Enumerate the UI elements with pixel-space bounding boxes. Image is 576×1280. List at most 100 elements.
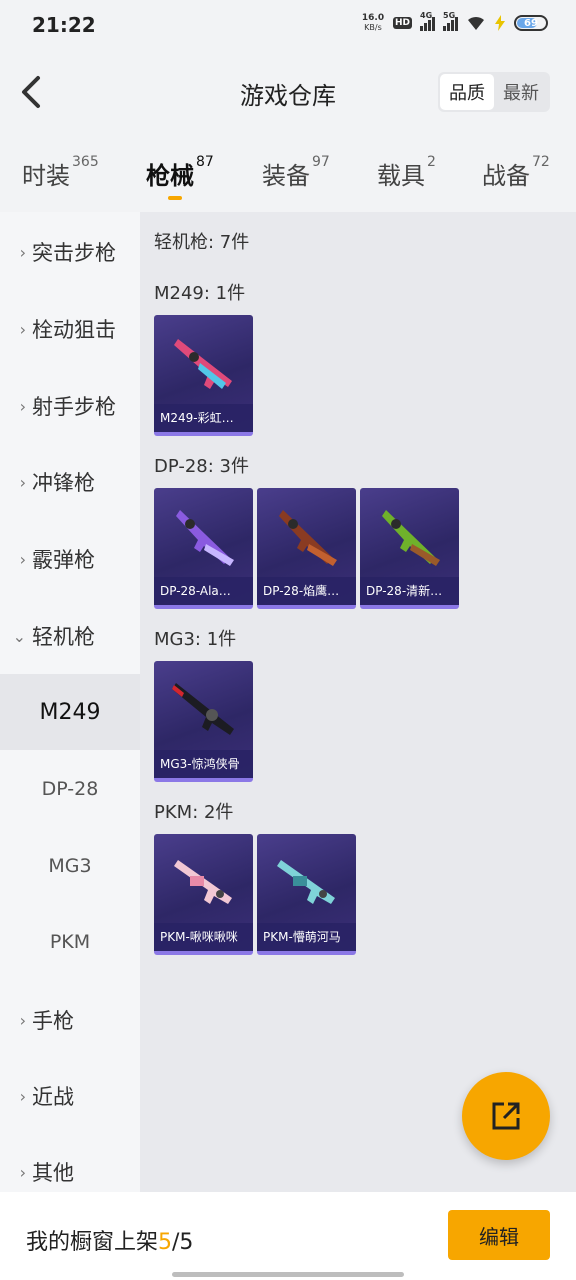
status-time: 21:22 — [32, 13, 96, 37]
edit-button[interactable]: 编辑 — [448, 1210, 550, 1260]
status-icons: 16.0 KB/s HD 4G 5G 69 — [361, 11, 548, 33]
item-card-label: MG3-惊鸿侠骨 — [154, 750, 253, 778]
sidebar-item-shotguns[interactable]: › 霰弹枪 — [0, 521, 140, 597]
wifi-icon — [468, 16, 484, 30]
sidebar: › 突击步枪 › 栓动狙击 › 射手步枪 › 冲锋枪 › 霰弹枪 ⌄ 轻机枪 M249 DP… — [0, 212, 140, 1192]
chevron-right-icon: › — [19, 472, 26, 492]
sidebar-item-marksman-rifles[interactable]: › 射手步枪 — [0, 368, 140, 444]
item-card[interactable]: PKM-啾咪啾咪 — [154, 834, 253, 955]
active-tab-indicator — [168, 196, 182, 200]
group-title-pkm: PKM: 2件 — [154, 802, 234, 823]
bottom-bar: 我的橱窗上架5/5 编辑 — [0, 1192, 576, 1280]
rifle-skin-icon — [174, 339, 232, 389]
chevron-right-icon: › — [19, 1010, 26, 1030]
item-grid: 轻机枪: 7件 M249: 1件 M249-彩虹… DP-28: 3件 DP-2… — [140, 212, 576, 1192]
tab-equipment[interactable]: 装备 97 — [262, 154, 330, 191]
chevron-right-icon: › — [19, 1086, 26, 1106]
sidebar-sub-dp28[interactable]: DP-28 — [0, 751, 140, 827]
sidebar-sub-m249[interactable]: M249 — [0, 674, 140, 750]
item-card[interactable]: DP-28-清新… — [360, 488, 459, 609]
header: 游戏仓库 品质 最新 — [0, 50, 576, 134]
tab-firearms[interactable]: 枪械 87 — [146, 154, 214, 191]
item-card-label: M249-彩虹… — [154, 404, 253, 432]
sidebar-item-smgs[interactable]: › 冲锋枪 — [0, 444, 140, 520]
rifle-skin-icon — [382, 510, 440, 566]
rifle-skin-icon — [174, 860, 232, 904]
item-card[interactable]: PKM-懵萌河马 — [257, 834, 356, 955]
sidebar-item-label: 栓动狙击 — [32, 318, 116, 342]
sidebar-item-label: 冲锋枪 — [32, 471, 95, 495]
tab-count: 87 — [196, 154, 214, 170]
item-card-label: DP-28-Ala… — [154, 577, 253, 605]
share-button[interactable] — [462, 1072, 550, 1160]
signal-5g-icon: 5G — [443, 11, 458, 31]
signal-5g-label: 5G — [443, 11, 456, 20]
net-speed: 16.0 KB/s — [361, 13, 385, 33]
tab-label: 枪械 — [146, 162, 194, 190]
sidebar-item-label: 轻机枪 — [32, 625, 95, 649]
sort-quality-button[interactable]: 品质 — [440, 74, 494, 110]
tab-label: 载具 — [377, 162, 425, 190]
sidebar-item-label: 其他 — [32, 1161, 74, 1185]
tab-count: 72 — [532, 154, 550, 170]
showcase-status: 我的橱窗上架5/5 — [26, 1224, 193, 1256]
rifle-skin-icon — [176, 510, 234, 566]
chevron-right-icon: › — [19, 549, 26, 569]
item-card-label: PKM-啾咪啾咪 — [154, 923, 253, 951]
sidebar-item-bolt-snipers[interactable]: › 栓动狙击 — [0, 291, 140, 367]
chevron-right-icon: › — [19, 319, 26, 339]
chevron-right-icon: › — [19, 396, 26, 416]
net-speed-value: 16.0 — [361, 13, 385, 23]
sidebar-item-lmgs[interactable]: ⌄ 轻机枪 — [0, 598, 140, 674]
item-card-label: DP-28-清新… — [360, 577, 459, 605]
sidebar-item-label: 射手步枪 — [32, 395, 116, 419]
sidebar-item-pistols[interactable]: › 手枪 — [0, 982, 140, 1058]
charging-icon — [495, 15, 505, 31]
signal-4g-icon: 4G — [420, 11, 435, 31]
sidebar-sub-pkm[interactable]: PKM — [0, 904, 140, 980]
tab-vehicles[interactable]: 载具 2 — [377, 154, 436, 191]
tab-label: 装备 — [262, 162, 310, 190]
item-card-label: PKM-懵萌河马 — [257, 923, 356, 951]
group-title-m249: M249: 1件 — [154, 283, 246, 304]
sort-toggle: 品质 最新 — [438, 72, 550, 112]
rifle-skin-icon — [277, 860, 335, 904]
showcase-total: /5 — [172, 1230, 194, 1255]
chevron-right-icon: › — [19, 242, 26, 262]
sidebar-item-label: 手枪 — [32, 1009, 74, 1033]
item-card[interactable]: MG3-惊鸿侠骨 — [154, 661, 253, 782]
chevron-down-icon: ⌄ — [12, 626, 26, 646]
share-out-icon — [492, 1102, 520, 1130]
group-title-mg3: MG3: 1件 — [154, 629, 237, 650]
category-title: 轻机枪: 7件 — [154, 232, 250, 253]
sidebar-item-label: 霰弹枪 — [32, 548, 95, 572]
item-card[interactable]: M249-彩虹… — [154, 315, 253, 436]
sidebar-item-label: 近战 — [32, 1085, 74, 1109]
sidebar-sub-mg3[interactable]: MG3 — [0, 828, 140, 904]
item-card[interactable]: DP-28-焰鹰… — [257, 488, 356, 609]
battery-icon: 69 — [514, 15, 548, 31]
showcase-count: 5 — [158, 1230, 173, 1255]
home-indicator[interactable] — [172, 1272, 404, 1277]
battery-level: 69 — [524, 17, 538, 29]
item-card[interactable]: DP-28-Ala… — [154, 488, 253, 609]
tab-gear[interactable]: 战备 72 — [482, 154, 550, 191]
hd-icon: HD — [392, 17, 412, 29]
sort-newest-button[interactable]: 最新 — [494, 74, 548, 110]
tab-count: 365 — [72, 154, 99, 170]
tab-label: 战备 — [482, 162, 530, 190]
status-bar: 21:22 16.0 KB/s HD 4G 5G 69 — [0, 0, 576, 50]
sidebar-item-melee[interactable]: › 近战 — [0, 1058, 140, 1134]
item-card-label: DP-28-焰鹰… — [257, 577, 356, 605]
net-speed-unit: KB/s — [364, 23, 382, 32]
rifle-skin-icon — [279, 510, 337, 566]
rifle-skin-icon — [172, 683, 234, 735]
showcase-label: 我的橱窗上架 — [26, 1230, 159, 1255]
category-tabs: 时装 365 枪械 87 装备 97 载具 2 战备 72 — [0, 134, 576, 212]
sidebar-item-assault-rifles[interactable]: › 突击步枪 — [0, 214, 140, 290]
tab-fashion[interactable]: 时装 365 — [22, 154, 99, 191]
signal-4g-label: 4G — [420, 11, 433, 20]
chevron-right-icon: › — [19, 1162, 26, 1182]
tab-label: 时装 — [22, 162, 70, 190]
tab-count: 2 — [427, 154, 436, 170]
